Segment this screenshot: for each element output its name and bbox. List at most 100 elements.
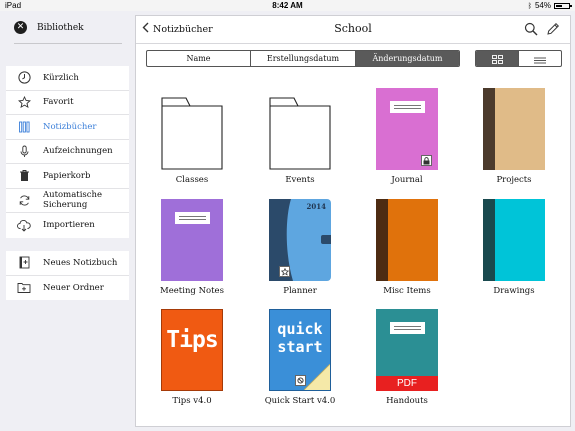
battery-percent: 54% xyxy=(534,1,551,10)
notebook-item[interactable]: Projects xyxy=(461,88,567,185)
folder-icon xyxy=(161,88,223,170)
notebooks-icon xyxy=(17,120,31,134)
item-name: Quick Start v4.0 xyxy=(264,396,336,406)
action-label: Neuer Ordner xyxy=(43,282,104,293)
item-name: Classes xyxy=(175,175,209,185)
item-name: Planner xyxy=(283,286,317,296)
sidebar-item-label: Automatische Sicherung xyxy=(43,190,103,211)
microphone-icon xyxy=(17,144,31,158)
notebook-item[interactable]: Misc Items xyxy=(354,199,460,296)
notebook-cover xyxy=(483,199,545,281)
clock: 8:42 AM xyxy=(272,1,303,10)
sidebar-item-notebooks[interactable]: Notizbücher xyxy=(6,115,129,140)
sort-segmented-control: Name Erstellungsdatum Änderungsdatum xyxy=(146,50,460,67)
new-folder-icon xyxy=(17,281,31,295)
sidebar: ✕ Bibliothek Kürzlich Favorit Notizbüche… xyxy=(0,11,135,431)
notebook-cover: PDF xyxy=(376,309,438,391)
cover-title-line1: quick xyxy=(277,320,323,338)
star-icon xyxy=(17,95,31,109)
notebook-item[interactable]: Meeting Notes xyxy=(139,199,245,296)
new-folder-button[interactable]: Neuer Ordner xyxy=(6,276,129,301)
navigation-bar: Notizbücher School xyxy=(136,16,570,44)
label-plate xyxy=(390,322,425,334)
lock-icon xyxy=(421,155,432,166)
sidebar-actions: Neues Notizbuch Neuer Ordner xyxy=(6,251,129,300)
action-label: Neues Notizbuch xyxy=(43,257,118,268)
sidebar-item-recent[interactable]: Kürzlich xyxy=(6,66,129,91)
status-bar: iPad 8:42 AM ᛒ 54% xyxy=(0,0,575,11)
edit-icon[interactable] xyxy=(546,21,560,40)
notebook-spine xyxy=(483,88,495,170)
item-name: Meeting Notes xyxy=(160,286,224,296)
sidebar-item-recordings[interactable]: Aufzeichnungen xyxy=(6,140,129,164)
notebook-cover: 2014 xyxy=(269,199,331,281)
page-curl xyxy=(304,364,330,390)
cover-title-line2: start xyxy=(277,338,323,356)
sync-icon xyxy=(17,193,31,207)
item-name: Tips v4.0 xyxy=(172,396,212,406)
grid-view-button[interactable] xyxy=(476,51,519,66)
tools-icon xyxy=(295,375,306,386)
pdf-badge: PDF xyxy=(376,376,438,391)
sidebar-item-label: Kürzlich xyxy=(43,72,79,83)
sidebar-item-label: Notizbücher xyxy=(43,121,97,132)
battery-icon xyxy=(554,2,572,9)
sort-by-modified[interactable]: Änderungsdatum xyxy=(356,51,459,66)
item-name: Handouts xyxy=(386,396,428,406)
sidebar-nav: Kürzlich Favorit Notizbücher Aufzeichnun… xyxy=(6,66,129,238)
item-name: Events xyxy=(285,175,315,185)
library-header[interactable]: ✕ Bibliothek xyxy=(14,21,84,34)
list-view-button[interactable] xyxy=(519,51,561,66)
sidebar-item-label: Importieren xyxy=(43,220,95,231)
notebook-item[interactable]: Tips Tips v4.0 xyxy=(139,309,245,406)
notebook-cover xyxy=(376,88,438,170)
notebook-cover xyxy=(376,199,438,281)
notebook-item[interactable]: 2014 Planner xyxy=(247,199,353,296)
cover-title: Tips xyxy=(166,327,218,353)
star-icon xyxy=(279,266,290,277)
notebook-cover xyxy=(483,88,545,170)
item-name: Projects xyxy=(496,175,532,185)
folder-icon xyxy=(269,88,331,170)
notebook-item[interactable]: Journal xyxy=(354,88,460,185)
sidebar-item-trash[interactable]: Papierkorb xyxy=(6,164,129,189)
label-plate xyxy=(390,101,425,113)
page-title: School xyxy=(334,22,372,35)
trash-icon xyxy=(17,169,31,183)
item-name: Misc Items xyxy=(383,286,431,296)
grid-icon xyxy=(491,51,503,66)
sort-by-created[interactable]: Erstellungsdatum xyxy=(251,51,356,66)
sidebar-item-label: Favorit xyxy=(43,97,74,108)
list-icon xyxy=(534,51,546,66)
planner-year: 2014 xyxy=(306,202,326,211)
folder-item[interactable]: Classes xyxy=(139,88,245,185)
notebook-item[interactable]: PDF Handouts xyxy=(354,309,460,406)
sidebar-item-favorites[interactable]: Favorit xyxy=(6,91,129,115)
sort-by-name[interactable]: Name xyxy=(147,51,251,66)
notebook-spine xyxy=(483,199,495,281)
notebook-cover: Tips xyxy=(161,309,223,391)
item-name: Journal xyxy=(391,175,423,185)
view-mode-control xyxy=(475,50,562,67)
sidebar-item-auto-backup[interactable]: Automatische Sicherung xyxy=(6,189,129,213)
label-plate xyxy=(175,212,210,224)
new-notebook-button[interactable]: Neues Notizbuch xyxy=(6,251,129,276)
close-icon[interactable]: ✕ xyxy=(14,21,27,34)
divider xyxy=(14,43,122,44)
clock-icon xyxy=(17,71,31,85)
notebook-item[interactable]: quick start Quick Start v4.0 xyxy=(247,309,353,406)
sidebar-item-label: Papierkorb xyxy=(43,170,91,181)
sidebar-item-label: Aufzeichnungen xyxy=(43,146,113,157)
new-notebook-icon xyxy=(17,256,31,270)
sidebar-item-import[interactable]: Importieren xyxy=(6,213,129,238)
notebook-browser: Notizbücher School Name Erstellungsdatum… xyxy=(135,15,571,427)
notebook-cover xyxy=(161,199,223,281)
bluetooth-icon: ᛒ xyxy=(527,1,532,10)
cloud-download-icon xyxy=(17,218,31,232)
search-icon[interactable] xyxy=(524,21,538,40)
notebook-spine xyxy=(376,199,388,281)
planner-clasp xyxy=(321,235,331,244)
notebook-item[interactable]: Drawings xyxy=(461,199,567,296)
notebook-cover: quick start xyxy=(269,309,331,391)
folder-item[interactable]: Events xyxy=(247,88,353,185)
